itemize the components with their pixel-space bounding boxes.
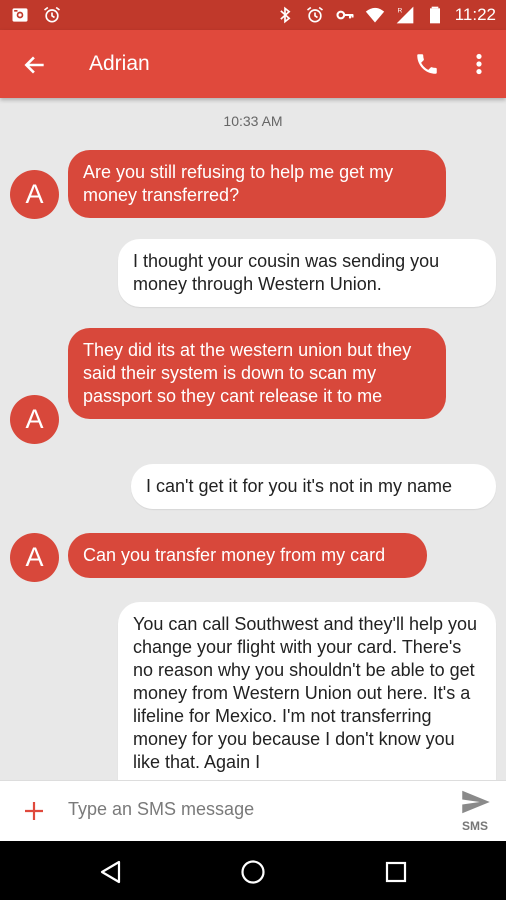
conversation-area[interactable]: 10:33 AM A Are you still refusing to hel… xyxy=(0,98,506,780)
alarm-icon xyxy=(306,6,323,23)
incoming-message[interactable]: They did its at the western union but th… xyxy=(68,328,446,419)
outgoing-message[interactable]: I can't get it for you it's not in my na… xyxy=(131,464,496,509)
home-circle-icon[interactable] xyxy=(240,859,266,885)
incoming-message[interactable]: Are you still refusing to help me get my… xyxy=(68,150,446,218)
photo-notification-icon xyxy=(12,8,28,22)
message-timestamp: 10:33 AM xyxy=(223,113,283,129)
send-icon[interactable] xyxy=(461,789,491,815)
phone-icon[interactable] xyxy=(414,51,440,77)
outgoing-message[interactable]: I thought your cousin was sending you mo… xyxy=(118,239,496,307)
status-bar: R 11:22 xyxy=(0,0,506,30)
contact-name: Adrian xyxy=(89,52,150,75)
message-input[interactable]: Type an SMS message xyxy=(68,799,254,820)
contact-avatar[interactable]: A xyxy=(10,533,59,582)
signal-label: R xyxy=(397,8,402,15)
send-sms-label[interactable]: SMS xyxy=(462,819,488,833)
wifi-icon xyxy=(365,7,384,23)
navigation-bar xyxy=(0,841,506,900)
contact-avatar[interactable]: A xyxy=(10,170,59,219)
recents-square-icon[interactable] xyxy=(383,859,409,885)
back-arrow-icon[interactable] xyxy=(22,52,48,78)
signal-icon: R xyxy=(396,6,414,24)
incoming-message[interactable]: Can you transfer money from my card xyxy=(68,533,427,578)
vpn-key-icon xyxy=(336,10,354,20)
app-bar: Adrian xyxy=(0,30,506,98)
contact-avatar[interactable]: A xyxy=(10,395,59,444)
outgoing-message[interactable]: You can call Southwest and they'll help … xyxy=(118,602,496,780)
alarm-icon xyxy=(44,6,60,23)
status-time: 11:22 xyxy=(454,5,496,24)
back-triangle-icon[interactable] xyxy=(98,859,124,885)
more-vert-icon[interactable] xyxy=(470,51,488,77)
bluetooth-icon xyxy=(279,6,291,24)
add-icon[interactable] xyxy=(24,801,44,821)
battery-icon xyxy=(429,6,440,24)
message-composer: Type an SMS message SMS xyxy=(0,780,506,841)
